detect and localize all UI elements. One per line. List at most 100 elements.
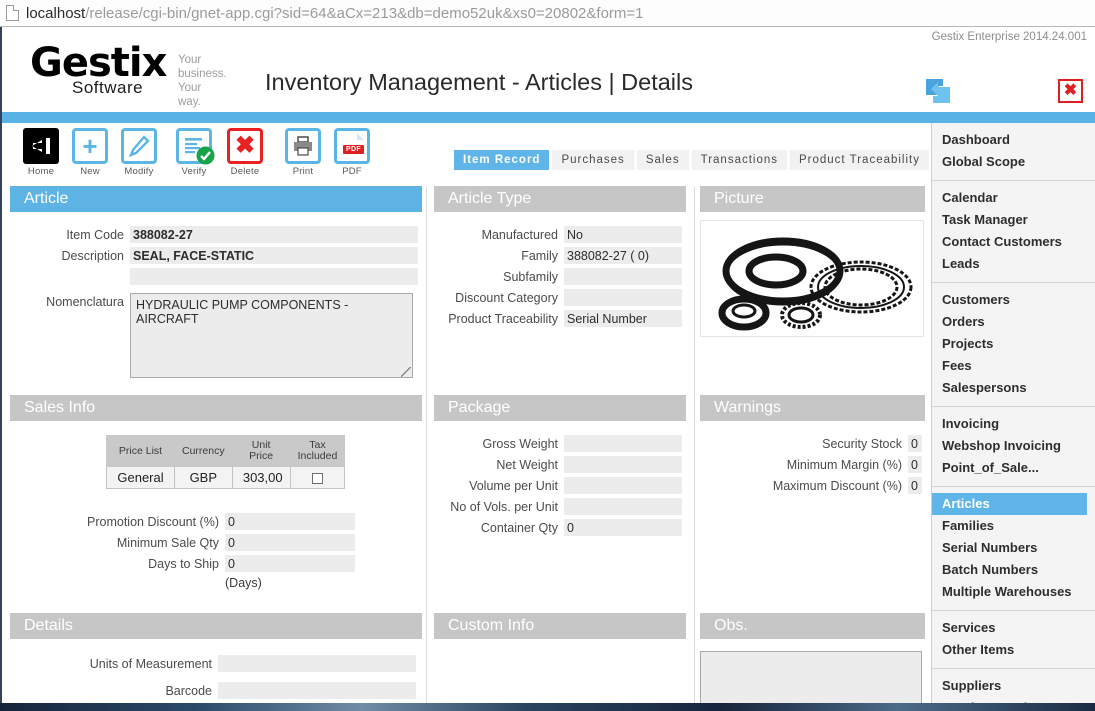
logo-tagline: Your business. Your way.	[178, 53, 227, 109]
panel-custom-info: Custom Info	[434, 613, 686, 711]
panel-article-type: Article Type Manufactured No Family 3880…	[434, 186, 686, 331]
field-value-discount-category[interactable]	[564, 289, 682, 306]
field-volume-per-unit: Volume per Unit	[434, 477, 686, 494]
app-logo[interactable]: Gestix Software Your business. Your way.	[30, 40, 227, 108]
panel-warnings-header: Warnings	[700, 395, 925, 421]
sidebar-item-invoicing[interactable]: Invoicing	[932, 413, 1095, 435]
price-table-th-currency: Currency	[174, 435, 233, 467]
sidebar-group-sales: Customers Orders Projects Fees Salespers…	[932, 283, 1095, 407]
days-to-ship-note: (Days)	[225, 576, 262, 590]
field-value-no-of-vols-per-unit[interactable]	[564, 498, 682, 515]
field-no-of-vols-per-unit: No of Vols. per Unit	[434, 498, 686, 515]
panel-article-body: Item Code 388082-27 Description SEAL, FA…	[10, 212, 422, 378]
field-value-family[interactable]: 388082-27 ( 0)	[564, 247, 682, 264]
field-barcode: Barcode	[10, 682, 422, 699]
resize-handle-icon[interactable]	[401, 367, 411, 377]
toolbar-button-delete[interactable]: ✖ Delete	[216, 127, 274, 177]
field-value-product-traceability[interactable]: Serial Number	[564, 310, 682, 327]
sidebar-group-invoicing: Invoicing Webshop Invoicing Point_of_Sal…	[932, 407, 1095, 487]
tab-sales[interactable]: Sales	[636, 150, 689, 170]
product-photo-seal-rings[interactable]	[700, 220, 924, 337]
field-value-units-of-measurement[interactable]	[218, 655, 416, 672]
page-title: Inventory Management - Articles | Detail…	[265, 69, 693, 95]
field-value-minimum-sale-qty[interactable]: 0	[225, 534, 355, 551]
field-value-description[interactable]: SEAL, FACE-STATIC	[130, 247, 418, 264]
page-icon	[6, 5, 19, 21]
sidebar-item-other-items[interactable]: Other Items	[932, 639, 1095, 661]
sidebar-item-dashboard[interactable]: Dashboard	[932, 129, 1095, 151]
toolbar-button-verify[interactable]: Verify	[165, 127, 223, 177]
logo-wordmark: Gestix	[30, 40, 167, 86]
field-value-barcode[interactable]	[218, 682, 416, 699]
price-table-header-row: Price List Currency Unit Price Tax Inclu…	[106, 435, 346, 467]
field-label-barcode: Barcode	[165, 683, 212, 698]
panel-package-header: Package	[434, 395, 686, 421]
sidebar-item-fees[interactable]: Fees	[932, 355, 1095, 377]
sidebar-item-suppliers[interactable]: Suppliers	[932, 675, 1095, 697]
field-value-subfamily[interactable]	[564, 268, 682, 285]
price-table-cell-unit-price: 303,00	[231, 466, 291, 489]
sidebar-item-leads[interactable]: Leads	[932, 253, 1095, 275]
tagline-line-1: Your business.	[178, 54, 227, 80]
field-value-container-qty[interactable]: 0	[564, 519, 682, 536]
toolbar-button-modify[interactable]: Modify	[110, 127, 168, 177]
tagline-line-2: Your way.	[178, 82, 202, 108]
sync-refresh-icon[interactable]	[923, 77, 953, 105]
field-label-subfamily: Subfamily	[503, 269, 558, 284]
browser-url-bar[interactable]: localhost/release/cgi-bin/gnet-app.cgi?s…	[0, 0, 1095, 27]
sidebar-item-point-of-sale[interactable]: Point_of_Sale...	[932, 457, 1095, 479]
home-icon-box	[22, 127, 60, 165]
panel-article-type-header: Article Type	[434, 186, 686, 212]
close-icon[interactable]: ✖	[1058, 79, 1083, 103]
field-value-gross-weight[interactable]	[564, 435, 682, 452]
sidebar-item-services[interactable]: Services	[932, 617, 1095, 639]
sidebar-item-articles[interactable]: Articles	[932, 493, 1087, 515]
field-value-days-to-ship[interactable]: 0	[225, 555, 355, 572]
sidebar-item-salespersons[interactable]: Salespersons	[932, 377, 1095, 399]
sidebar-group-crm: Calendar Task Manager Contact Customers …	[932, 181, 1095, 283]
field-value-security-stock[interactable]: 0	[908, 435, 922, 452]
sidebar-item-batch-numbers[interactable]: Batch Numbers	[932, 559, 1095, 581]
sidebar-item-global-scope[interactable]: Global Scope	[932, 151, 1095, 173]
field-label-container-qty: Container Qty	[480, 520, 558, 535]
sidebar-item-webshop-invoicing[interactable]: Webshop Invoicing	[932, 435, 1095, 457]
toolbar-button-pdf[interactable]: PDF PDF	[323, 127, 381, 177]
sidebar-item-customers[interactable]: Customers	[932, 289, 1095, 311]
sidebar-item-serial-numbers[interactable]: Serial Numbers	[932, 537, 1095, 559]
field-value-obs[interactable]	[700, 651, 922, 711]
panel-picture: Picture	[700, 186, 925, 337]
tab-product-traceability[interactable]: Product Traceability	[790, 150, 929, 170]
price-table-th-unit-price: Unit Price	[231, 435, 291, 467]
sidebar-item-task-manager[interactable]: Task Manager	[932, 209, 1095, 231]
sidebar-item-orders[interactable]: Orders	[932, 311, 1095, 333]
field-value-description-2[interactable]	[130, 268, 418, 285]
field-label-volume-per-unit: Volume per Unit	[469, 478, 558, 493]
field-value-promotion-discount[interactable]: 0	[225, 513, 355, 530]
sidebar-item-calendar[interactable]: Calendar	[932, 187, 1095, 209]
tax-included-checkbox[interactable]	[311, 473, 323, 485]
tab-purchases[interactable]: Purchases	[552, 150, 634, 170]
sidebar-item-contact-customers[interactable]: Contact Customers	[932, 231, 1095, 253]
field-value-nomenclatura[interactable]: HYDRAULIC PUMP COMPONENTS - AIRCRAFT	[130, 293, 413, 378]
field-label-no-of-vols-per-unit: No of Vols. per Unit	[450, 499, 558, 514]
field-label-days-to-ship: Days to Ship	[148, 556, 219, 571]
sidebar-item-projects[interactable]: Projects	[932, 333, 1095, 355]
field-value-item-code[interactable]: 388082-27	[130, 226, 418, 243]
field-value-minimum-margin[interactable]: 0	[908, 456, 922, 473]
field-label-product-traceability: Product Traceability	[448, 311, 558, 326]
panel-details-body: Units of Measurement Barcode Country of …	[10, 639, 422, 711]
tab-transactions[interactable]: Transactions	[691, 150, 787, 170]
tab-item-record[interactable]: Item Record	[454, 150, 550, 170]
table-row[interactable]: General GBP 303,00	[106, 466, 346, 489]
field-value-maximum-discount[interactable]: 0	[908, 477, 922, 494]
field-container-qty: Container Qty 0	[434, 519, 686, 536]
pdf-icon-box: PDF	[333, 127, 371, 165]
column-divider-2	[694, 187, 695, 711]
sidebar-item-families[interactable]: Families	[932, 515, 1095, 537]
sidebar-item-multiple-warehouses[interactable]: Multiple Warehouses	[932, 581, 1095, 603]
field-security-stock: Security Stock 0	[700, 435, 925, 452]
price-table-cell-currency: GBP	[174, 466, 233, 489]
field-value-net-weight[interactable]	[564, 456, 682, 473]
field-value-manufactured[interactable]: No	[564, 226, 682, 243]
field-value-volume-per-unit[interactable]	[564, 477, 682, 494]
